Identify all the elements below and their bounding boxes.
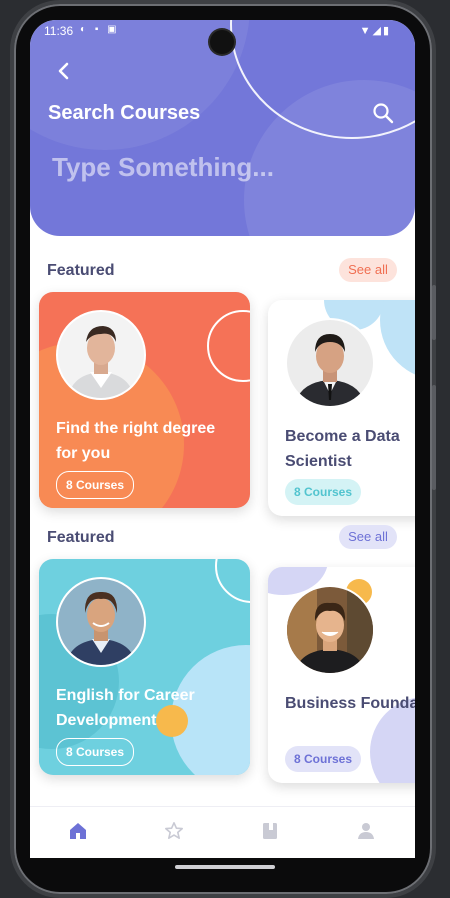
- volume-button: [432, 285, 436, 340]
- status-notification-icons: ◐ ▪ ▣: [80, 24, 120, 35]
- course-count-badge: 8 Courses: [56, 738, 135, 766]
- avatar: [56, 310, 146, 400]
- front-camera: [210, 30, 234, 54]
- avatar: [285, 318, 375, 408]
- section-title-featured: Featured: [47, 529, 115, 546]
- card-decor-ring: [215, 559, 250, 603]
- section-title-featured: Featured: [47, 262, 115, 279]
- card-decor-circle: [380, 300, 415, 380]
- course-count-badge: 8 Courses: [285, 746, 362, 772]
- page-title: Search Courses: [48, 102, 201, 124]
- search-icon[interactable]: [372, 102, 394, 124]
- course-card[interactable]: Become a Data Scientist 8 Courses: [268, 300, 415, 516]
- status-system-icons: ▼◢▮: [359, 25, 391, 37]
- see-all-button[interactable]: See all: [339, 258, 397, 282]
- search-input[interactable]: [50, 148, 354, 186]
- course-card[interactable]: English for Career Development 8 Courses: [39, 559, 250, 775]
- status-time: 11:36: [44, 24, 74, 38]
- home-icon[interactable]: [68, 821, 88, 841]
- card-title: English for Career Development: [56, 687, 195, 729]
- gesture-bar[interactable]: [175, 865, 275, 869]
- course-card[interactable]: Find the right degree for you 8 Courses: [39, 292, 250, 508]
- card-title: Become a Data Scientist: [285, 428, 400, 470]
- course-count-badge: 8 Courses: [56, 471, 135, 499]
- avatar: [56, 577, 146, 667]
- power-button: [432, 385, 436, 490]
- book-icon[interactable]: [260, 821, 280, 841]
- avatar: [285, 585, 375, 675]
- star-icon[interactable]: [164, 821, 184, 841]
- user-icon[interactable]: [356, 821, 376, 841]
- card-title: Find the right degree for you: [56, 420, 216, 462]
- bottom-nav: [30, 806, 415, 858]
- card-decor-ring: [207, 310, 250, 382]
- back-icon[interactable]: [56, 60, 72, 82]
- card-title: Business Foundation: [285, 695, 415, 712]
- see-all-button[interactable]: See all: [339, 525, 397, 549]
- course-count-badge: 8 Courses: [285, 479, 362, 505]
- course-card[interactable]: Business Foundation 8 Courses: [268, 567, 415, 783]
- app-screen: 11:36 ◐ ▪ ▣ ▼◢▮ Search Courses Featured …: [30, 20, 415, 858]
